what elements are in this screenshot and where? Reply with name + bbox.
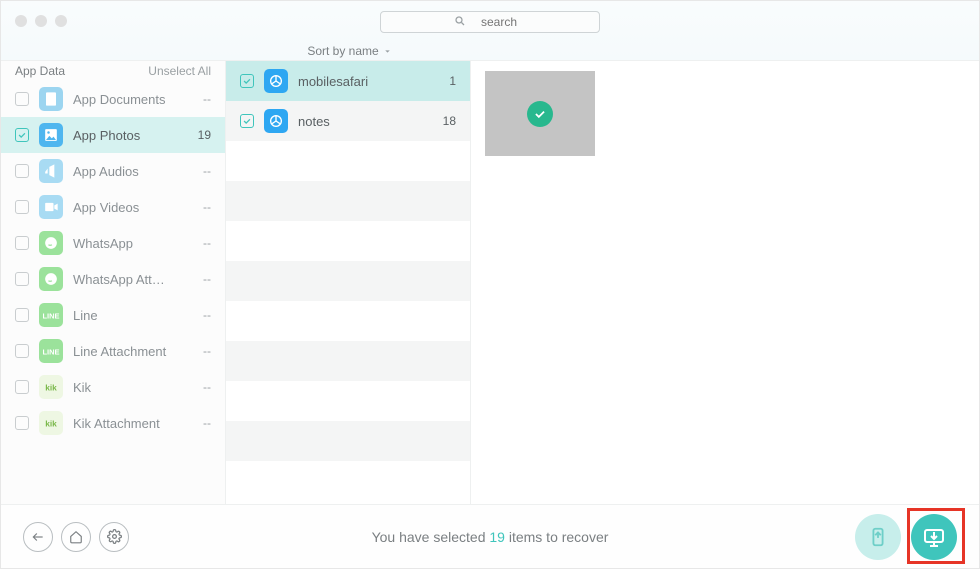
search-field[interactable] [380,11,600,33]
checkmark-badge [527,101,553,127]
footer: You have selected 19 items to recover [1,504,979,568]
sidebar-item-count: -- [203,344,211,358]
list-item-empty [226,261,470,301]
sidebar-item-count: -- [203,380,211,394]
checkbox[interactable] [15,344,29,358]
svg-text:LINE: LINE [42,311,59,320]
action-buttons [855,514,957,560]
sidebar-item-label: App Videos [73,200,193,215]
sidebar-item-label: App Photos [73,128,188,143]
recover-to-device-button[interactable] [855,514,901,560]
zoom-dot[interactable] [55,15,67,27]
checkbox[interactable] [15,308,29,322]
computer-download-icon [922,525,946,549]
checkbox[interactable] [15,92,29,106]
sidebar-item-app-documents[interactable]: App Documents -- [1,81,225,117]
list-item-empty [226,301,470,341]
sidebar-header: App Data Unselect All [1,61,225,81]
svg-text:kik: kik [45,418,57,428]
unselect-all-link[interactable]: Unselect All [148,64,211,78]
sidebar-item-app-audios[interactable]: App Audios -- [1,153,225,189]
checkbox[interactable] [15,236,29,250]
sidebar-item-label: Kik Attachment [73,416,193,431]
list-item-empty [226,421,470,461]
sidebar-item-label: WhatsApp [73,236,193,251]
sidebar-item-label: Line Attachment [73,344,193,359]
sidebar-item-count: -- [203,200,211,214]
back-button[interactable] [23,522,53,552]
list-item-empty [226,461,470,501]
close-dot[interactable] [15,15,27,27]
app-icon [264,69,288,93]
checkbox[interactable] [15,200,29,214]
home-button[interactable] [61,522,91,552]
settings-button[interactable] [99,522,129,552]
sidebar-item-count: -- [203,272,211,286]
selected-count: 19 [489,529,505,545]
sort-dropdown[interactable]: Sort by name [227,41,472,61]
gear-icon [107,529,122,544]
sidebar-item-label: WhatsApp Att… [73,272,193,287]
titlebar: Sort by name [1,1,979,61]
list-item-empty [226,341,470,381]
sidebar-item-label: Kik [73,380,193,395]
sidebar-item-label: Line [73,308,193,323]
app-count: 1 [449,74,456,88]
status-text: You have selected 19 items to recover [372,529,609,545]
sidebar-item-line-attachment[interactable]: LINE Line Attachment -- [1,333,225,369]
chevron-down-icon [383,47,392,56]
app-name: notes [298,114,433,129]
preview-pane [471,61,979,504]
list-item[interactable]: notes 18 [226,101,470,141]
app-count: 18 [443,114,456,128]
svg-text:kik: kik [45,382,57,392]
device-icon [867,526,889,548]
home-icon [69,530,83,544]
sidebar-title: App Data [15,64,65,78]
svg-text:LINE: LINE [42,347,59,356]
sidebar-item-count: -- [203,164,211,178]
checkbox[interactable] [240,74,254,88]
sidebar: App Data Unselect All App Documents--App… [1,61,226,504]
check-icon [533,107,547,121]
item-list: mobilesafari 1 notes 18 [226,61,471,504]
sidebar-item-whatsapp-att-[interactable]: WhatsApp Att… -- [1,261,225,297]
checkbox[interactable] [15,272,29,286]
sidebar-item-label: App Audios [73,164,193,179]
list-item-empty [226,381,470,421]
sidebar-item-count: -- [203,92,211,106]
sidebar-item-count: 19 [198,128,211,142]
sidebar-item-label: App Documents [73,92,193,107]
checkbox[interactable] [240,114,254,128]
sidebar-item-kik[interactable]: kik Kik -- [1,369,225,405]
checkbox[interactable] [15,164,29,178]
window-controls [15,15,67,27]
recover-to-computer-button[interactable] [911,514,957,560]
minimize-dot[interactable] [35,15,47,27]
list-item[interactable]: mobilesafari 1 [226,61,470,101]
checkbox[interactable] [15,416,29,430]
sidebar-item-whatsapp[interactable]: WhatsApp -- [1,225,225,261]
sidebar-item-kik-attachment[interactable]: kik Kik Attachment -- [1,405,225,441]
search-icon [454,15,466,27]
sort-label: Sort by name [307,44,378,58]
list-item-empty [226,181,470,221]
main-area: App Data Unselect All App Documents--App… [1,61,979,504]
checkbox[interactable] [15,380,29,394]
sidebar-item-line[interactable]: LINE Line -- [1,297,225,333]
list-item-empty [226,141,470,181]
sidebar-item-app-videos[interactable]: App Videos -- [1,189,225,225]
sidebar-item-count: -- [203,416,211,430]
thumbnail[interactable] [485,71,595,156]
nav-button-group [23,522,129,552]
app-name: mobilesafari [298,74,439,89]
arrow-left-icon [31,530,45,544]
app-icon [264,109,288,133]
checkbox[interactable] [15,128,29,142]
sidebar-item-count: -- [203,308,211,322]
sidebar-item-count: -- [203,236,211,250]
sidebar-item-app-photos[interactable]: App Photos 19 [1,117,225,153]
search-input[interactable] [380,11,600,33]
list-item-empty [226,221,470,261]
